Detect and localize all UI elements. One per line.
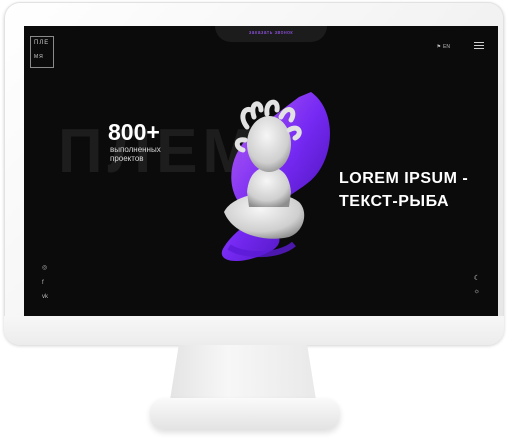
- sun-icon[interactable]: ☼: [474, 288, 480, 295]
- projects-caption-line2: проектов: [110, 154, 144, 163]
- call-request-tab[interactable]: заказать звонок: [215, 26, 327, 42]
- projects-caption: выполненных проектов: [110, 145, 161, 163]
- facebook-icon[interactable]: f: [42, 280, 44, 286]
- projects-caption-line1: выполненных: [110, 145, 161, 154]
- hero-headline: LOREM IPSUM - ТЕКСТ-РЫБА: [339, 167, 468, 213]
- medusa-statue-image: [221, 92, 330, 262]
- hamburger-menu-icon[interactable]: [474, 42, 484, 51]
- projects-count: 800+: [108, 119, 160, 145]
- call-request-label: заказать звонок: [248, 30, 294, 36]
- instagram-icon[interactable]: ◎: [42, 264, 47, 271]
- language-switch[interactable]: EN: [443, 44, 450, 50]
- monitor-stand-base: [150, 398, 340, 430]
- brand-logo[interactable]: ПЛЕ МЯ: [30, 36, 54, 68]
- logo-line2: МЯ: [34, 54, 44, 60]
- hero-headline-line2: ТЕКСТ-РЫБА: [339, 193, 450, 210]
- hero-headline-line1: LOREM IPSUM -: [339, 170, 469, 187]
- moon-icon[interactable]: ☾: [474, 274, 480, 282]
- monitor-stand-neck: [170, 345, 316, 400]
- logo-line1: ПЛЕ: [34, 40, 50, 46]
- vk-icon[interactable]: vk: [42, 294, 48, 300]
- monitor-chin: [4, 316, 504, 345]
- website-screen: ПЛЕ МЯ заказать звонок ПЛЕ МЯ ⚑ EN 800+ в…: [24, 26, 498, 316]
- flag-icon[interactable]: ⚑: [437, 44, 441, 50]
